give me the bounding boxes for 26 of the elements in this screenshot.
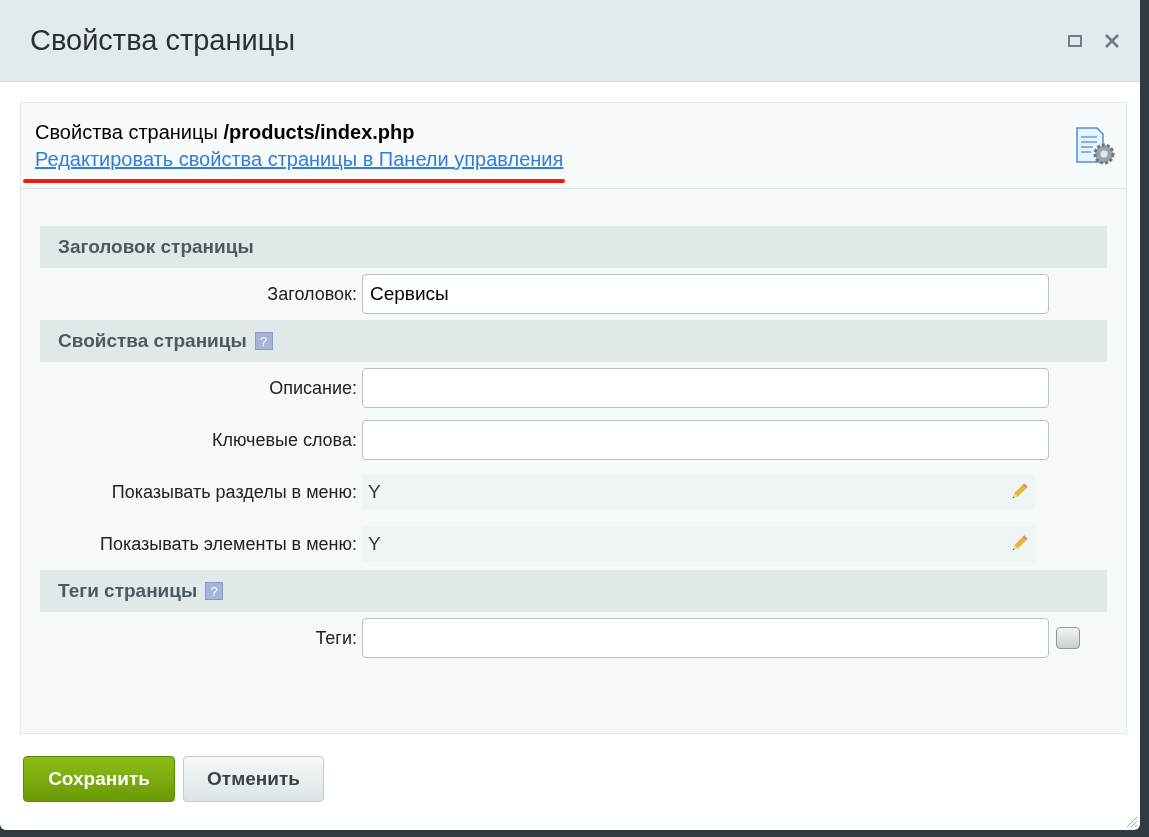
section-title: Свойства страницы	[58, 330, 247, 352]
field-value: Y	[368, 533, 382, 555]
close-icon[interactable]	[1104, 32, 1120, 49]
section-title: Заголовок страницы	[58, 236, 254, 258]
input-field[interactable]	[362, 420, 1049, 460]
window-title: Свойства страницы	[30, 24, 297, 57]
page-settings-icon[interactable]	[1074, 124, 1116, 167]
tag-picker-button[interactable]	[1056, 627, 1080, 649]
input-field[interactable]	[362, 368, 1049, 408]
value-field[interactable]: Y	[362, 474, 1035, 510]
field-value: Y	[368, 481, 382, 503]
field-label: Заголовок:	[266, 283, 358, 305]
field-label: Теги:	[314, 627, 358, 649]
control-panel-link[interactable]: Редактировать свойства страницы в Панели управления	[35, 147, 564, 171]
page-caption: Свойства страницы /products/index.php	[35, 120, 416, 144]
value-field[interactable]: Y	[362, 526, 1035, 562]
resize-grip-icon[interactable]	[1124, 814, 1138, 828]
maximize-icon[interactable]	[1068, 33, 1082, 48]
input-field[interactable]	[362, 618, 1049, 658]
field-label: Ключевые слова:	[210, 429, 358, 451]
cancel-button[interactable]: Отменить	[183, 756, 324, 802]
field-label: Описание:	[268, 377, 358, 399]
input-field[interactable]: Сервисы	[362, 274, 1049, 314]
field-label: Показывать разделы в меню:	[110, 481, 358, 503]
field-label: Показывать элементы в меню:	[98, 533, 358, 555]
section-title: Теги страницы	[58, 580, 198, 602]
